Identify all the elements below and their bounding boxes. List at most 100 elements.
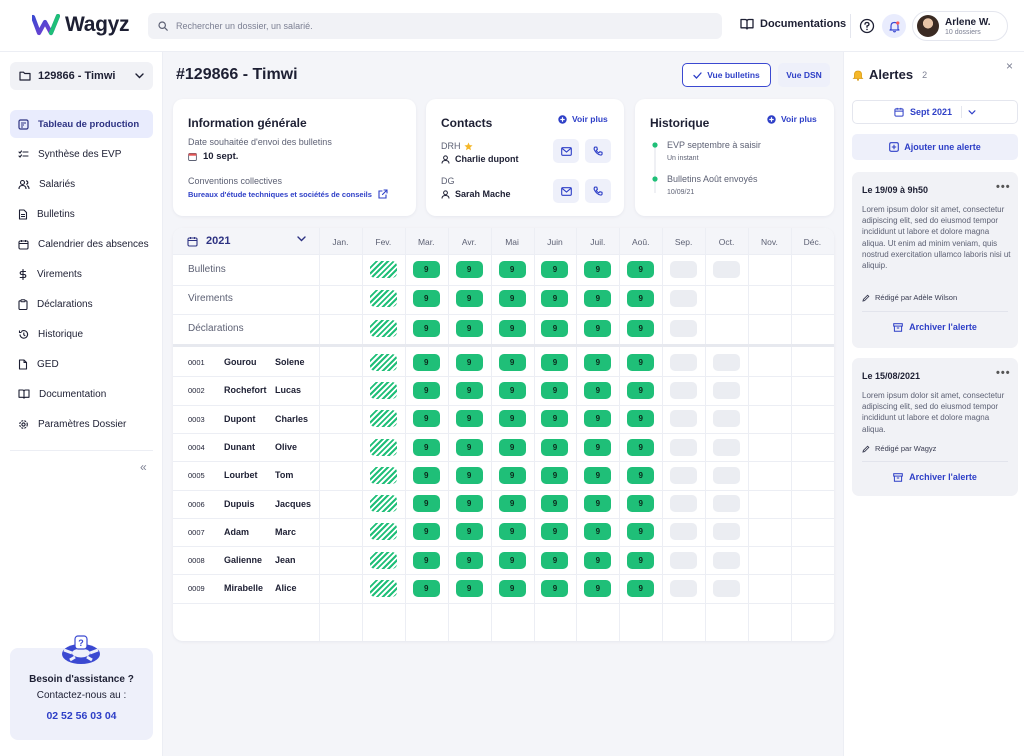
more-options-icon[interactable]: ••• [996,181,1011,193]
employee-last-name[interactable]: Galienne [224,555,262,565]
employee-status-done[interactable]: 9 [412,466,440,484]
employee-status-done[interactable]: 9 [412,580,440,598]
employee-status-pending[interactable] [713,580,741,598]
assistance-phone-link[interactable]: 02 52 56 03 04 [10,710,153,722]
employee-status-done[interactable]: 9 [584,495,612,513]
add-alert-button[interactable]: Ajouter une alerte [852,134,1018,160]
sidebar-item-ged[interactable]: GED [10,350,153,378]
sidebar-item-virements[interactable]: Virements [10,260,153,288]
employee-last-name[interactable]: Lourbet [224,470,258,480]
sidebar-item-bulletins[interactable]: Bulletins [10,200,153,228]
employee-status-done[interactable]: 9 [498,523,526,541]
sidebar-item-calendrier-absences[interactable]: Calendrier des absences [10,230,153,258]
email-contact-button[interactable] [553,179,579,203]
employee-status-done[interactable]: 9 [541,438,569,456]
category-status-done[interactable]: 9 [627,320,655,338]
vue-dsn-button[interactable]: Vue DSN [778,63,830,87]
sidebar-item-declarations[interactable]: Déclarations [10,290,153,318]
employee-status-done[interactable]: 9 [584,438,612,456]
employee-status-done[interactable]: 9 [455,410,483,428]
employee-status-done[interactable]: 9 [584,580,612,598]
folder-select[interactable]: 129866 - Timwi [10,62,153,90]
employee-status-pending[interactable] [713,410,741,428]
employee-status-done[interactable]: 9 [498,381,526,399]
category-status-done[interactable]: 9 [498,290,526,308]
year-select[interactable]: 2021 [187,235,317,247]
employee-status-pending[interactable] [713,551,741,569]
category-status-done[interactable]: 9 [412,261,440,279]
employee-first-name[interactable]: Charles [275,414,308,424]
employee-status-done[interactable]: 9 [498,495,526,513]
sidebar-item-salaries[interactable]: Salariés [10,170,153,198]
category-status-pending[interactable] [713,261,741,279]
category-status-done[interactable]: 9 [412,290,440,308]
category-status-done[interactable]: 9 [584,290,612,308]
category-status-done[interactable]: 9 [412,320,440,338]
contacts-voir-plus-link[interactable]: Voir plus [558,114,608,124]
category-status-done[interactable]: 9 [455,320,483,338]
employee-status-done[interactable]: 9 [627,438,655,456]
employee-status-pending[interactable] [670,353,698,371]
search-input[interactable] [176,21,656,31]
employee-status-done[interactable]: 9 [584,410,612,428]
employee-first-name[interactable]: Jean [275,555,296,565]
employee-status-pending[interactable] [670,410,698,428]
category-status-done[interactable]: 9 [455,290,483,308]
employee-status-done[interactable]: 9 [412,551,440,569]
employee-status-done[interactable]: 9 [455,523,483,541]
historique-voir-plus-link[interactable]: Voir plus [767,114,817,124]
employee-last-name[interactable]: Gourou [224,357,257,367]
employee-status-done[interactable]: 9 [541,551,569,569]
employee-status-done[interactable]: 9 [455,495,483,513]
employee-status-done[interactable]: 9 [412,410,440,428]
employee-status-done[interactable]: 9 [412,495,440,513]
employee-status-done[interactable]: 9 [627,551,655,569]
user-menu[interactable]: Arlene W. 10 dossiers [912,11,1008,41]
employee-status-pending[interactable] [713,466,741,484]
employee-status-done[interactable]: 9 [627,381,655,399]
sidebar-item-historique[interactable]: Historique [10,320,153,348]
alerts-month-select[interactable]: Sept 2021 [852,100,1018,124]
employee-status-pending[interactable] [670,381,698,399]
employee-status-pending[interactable] [670,551,698,569]
convention-link[interactable]: Bureaux d'étude techniques et sociétés d… [188,189,388,199]
sidebar-item-documentation[interactable]: Documentation [10,380,153,408]
employee-status-done[interactable]: 9 [498,353,526,371]
employee-status-done[interactable]: 9 [498,438,526,456]
employee-status-done[interactable]: 9 [541,523,569,541]
email-contact-button[interactable] [553,139,579,163]
employee-status-pending[interactable] [713,438,741,456]
category-status-done[interactable]: 9 [584,320,612,338]
employee-first-name[interactable]: Solene [275,357,305,367]
employee-first-name[interactable]: Jacques [275,499,311,509]
employee-status-done[interactable]: 9 [627,466,655,484]
employee-status-pending[interactable] [670,523,698,541]
employee-status-done[interactable]: 9 [541,353,569,371]
employee-last-name[interactable]: Dupuis [224,499,255,509]
employee-status-done[interactable]: 9 [627,580,655,598]
employee-status-done[interactable]: 9 [498,551,526,569]
employee-status-done[interactable]: 9 [455,580,483,598]
employee-first-name[interactable]: Alice [275,583,297,593]
employee-status-done[interactable]: 9 [498,466,526,484]
employee-status-done[interactable]: 9 [541,410,569,428]
more-options-icon[interactable]: ••• [996,367,1011,379]
employee-first-name[interactable]: Lucas [275,385,301,395]
category-status-done[interactable]: 9 [541,290,569,308]
category-status-done[interactable]: 9 [541,320,569,338]
search-bar[interactable] [148,13,722,39]
employee-first-name[interactable]: Olive [275,442,297,452]
employee-status-pending[interactable] [713,495,741,513]
archive-alert-button[interactable]: Archiver l'alerte [852,472,1018,482]
help-button[interactable] [858,17,876,35]
employee-status-done[interactable]: 9 [412,381,440,399]
employee-status-done[interactable]: 9 [627,495,655,513]
employee-status-done[interactable]: 9 [455,353,483,371]
employee-last-name[interactable]: Dunant [224,442,255,452]
employee-status-done[interactable]: 9 [627,523,655,541]
employee-status-pending[interactable] [670,580,698,598]
category-status-done[interactable]: 9 [455,261,483,279]
employee-first-name[interactable]: Marc [275,527,296,537]
employee-status-done[interactable]: 9 [455,381,483,399]
category-status-pending[interactable] [670,320,698,338]
